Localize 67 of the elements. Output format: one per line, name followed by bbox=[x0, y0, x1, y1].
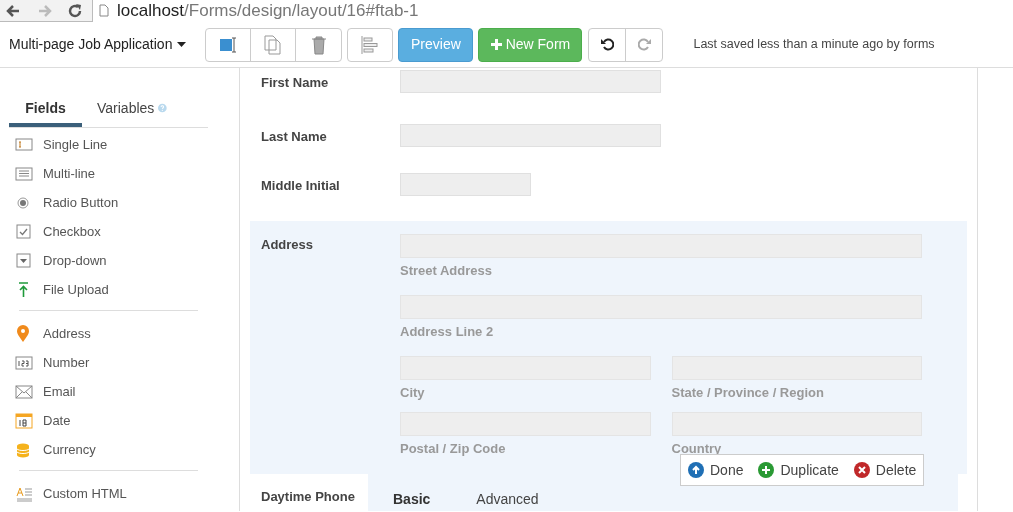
field-type-item[interactable]: Custom HTML bbox=[43, 483, 127, 504]
field-type-item[interactable]: Number bbox=[43, 352, 90, 373]
text-input[interactable] bbox=[400, 70, 661, 93]
save-status: Last saved less than a minute ago by forms bbox=[693, 36, 935, 54]
help-icon bbox=[158, 102, 167, 114]
action-done-button[interactable]: Done bbox=[688, 459, 744, 481]
envelope-icon bbox=[15, 382, 33, 401]
url-text: localhost/Forms/design/layout/16#ftab-1 bbox=[117, 0, 419, 22]
field-caption: Address Line 2 bbox=[400, 323, 494, 341]
form-title-dropdown[interactable]: Multi-page Job Application bbox=[9, 34, 187, 55]
field-type-item[interactable]: Checkbox bbox=[43, 221, 101, 242]
trash-icon bbox=[310, 34, 327, 55]
field-caption: City bbox=[400, 384, 425, 402]
action-duplicate-button[interactable]: Duplicate bbox=[758, 459, 839, 481]
field-label: Last Name bbox=[260, 128, 328, 146]
field-settings-tab[interactable]: Basic bbox=[370, 483, 454, 511]
caret-icon bbox=[177, 42, 187, 47]
field-type-item[interactable]: Date bbox=[43, 410, 71, 431]
copy-icon bbox=[264, 34, 283, 55]
align-button[interactable] bbox=[347, 27, 394, 62]
text-input[interactable] bbox=[400, 295, 922, 319]
field-type-item[interactable]: File Upload bbox=[43, 279, 109, 300]
field-type-item[interactable]: Radio Button bbox=[43, 192, 119, 213]
field-type-item[interactable]: Currency bbox=[43, 439, 96, 460]
back-icon[interactable] bbox=[6, 4, 20, 17]
text-input[interactable] bbox=[671, 412, 922, 436]
address-bar[interactable]: localhost/Forms/design/layout/16#ftab-1 bbox=[92, 0, 1013, 22]
field-caption: Country bbox=[671, 440, 722, 458]
calendar-icon bbox=[15, 411, 33, 430]
field-type-item[interactable]: Multi-line bbox=[43, 163, 95, 184]
dropdown-icon bbox=[15, 251, 33, 270]
field-caption: State / Province / Region bbox=[671, 384, 824, 402]
plus-icon bbox=[490, 39, 502, 50]
field-type-item[interactable]: Drop-down bbox=[43, 250, 107, 271]
plus-circle-icon bbox=[758, 462, 775, 478]
redo-icon bbox=[637, 38, 651, 51]
text-input[interactable] bbox=[400, 356, 651, 380]
sidebar-tab[interactable]: Fields bbox=[9, 93, 82, 127]
undo-icon bbox=[600, 38, 614, 51]
single-line-field-icon bbox=[15, 135, 33, 154]
field-label: Daytime Phone bbox=[260, 488, 356, 506]
paragraph-field-icon bbox=[15, 164, 33, 183]
info-up-icon bbox=[688, 462, 704, 478]
align-left-icon bbox=[360, 34, 381, 55]
text-input[interactable] bbox=[400, 412, 651, 436]
reload-icon[interactable] bbox=[68, 3, 82, 18]
forward-icon[interactable] bbox=[38, 4, 52, 17]
field-caption: Street Address bbox=[400, 262, 492, 280]
field-label: Address bbox=[260, 236, 315, 254]
field-type-item[interactable]: Single Line bbox=[43, 134, 108, 155]
text-input[interactable] bbox=[400, 173, 531, 196]
checkbox-icon bbox=[15, 222, 33, 241]
page-icon bbox=[99, 4, 109, 17]
text-input[interactable] bbox=[400, 124, 661, 147]
action-delete-button[interactable]: Delete bbox=[853, 459, 917, 481]
field-label: First Name bbox=[260, 74, 330, 92]
field-label: Middle Initial bbox=[260, 177, 341, 195]
field-settings-tab[interactable]: Advanced bbox=[453, 483, 562, 511]
close-icon bbox=[853, 462, 870, 478]
text-field-icon bbox=[219, 35, 238, 54]
field-type-item[interactable]: Address bbox=[43, 323, 91, 344]
field-caption: Postal / Zip Code bbox=[400, 440, 506, 458]
field-type-item[interactable]: Email bbox=[43, 381, 76, 402]
sidebar-tab[interactable]: Variables bbox=[82, 93, 182, 127]
text-input[interactable] bbox=[400, 234, 922, 258]
text-input[interactable] bbox=[671, 356, 922, 380]
number-field-icon bbox=[15, 353, 33, 372]
